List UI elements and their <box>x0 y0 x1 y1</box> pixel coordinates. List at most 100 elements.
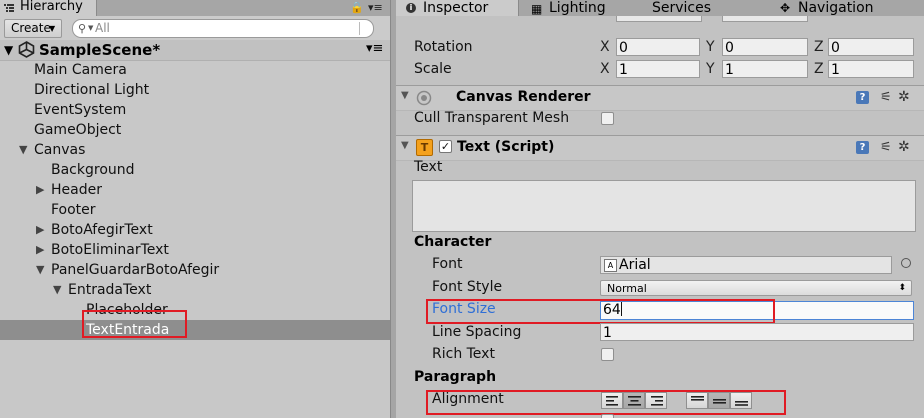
scale-x-field[interactable]: 1 <box>616 60 700 78</box>
font-object-field[interactable]: A Arial <box>600 256 892 274</box>
hierarchy-item[interactable]: EventSystem <box>0 100 390 120</box>
rotation-z-field[interactable]: 0 <box>828 38 914 56</box>
rich-text-checkbox[interactable] <box>601 348 614 361</box>
collapsed-arrow-icon[interactable]: ▶ <box>36 180 44 200</box>
search-placeholder: All <box>95 21 110 35</box>
dropdown-arrows-icon: ⬍ <box>898 283 906 293</box>
expanded-arrow-icon[interactable]: ▼ <box>53 280 61 300</box>
help-icon[interactable]: ? <box>856 91 869 104</box>
rotation-y-field[interactable]: 0 <box>722 38 808 56</box>
preset-sliders-icon[interactable]: ⚟ <box>880 141 892 154</box>
search-cancel-icon[interactable] <box>359 22 373 35</box>
hierarchy-item[interactable]: GameObject <box>0 120 390 140</box>
canvas-renderer-title: Canvas Renderer <box>456 89 591 105</box>
hierarchy-item[interactable]: TextEntrada <box>0 310 390 340</box>
text-field-label: Text <box>414 159 443 175</box>
scale-label: Scale <box>414 61 452 77</box>
tab-navigation[interactable]: ✥ Navigation <box>762 0 924 16</box>
x-label: X <box>600 39 610 55</box>
scene-menu-icon[interactable]: ▾≡ <box>366 41 383 56</box>
tab-hierarchy[interactable]: Hierarchy <box>0 0 97 16</box>
gear-icon[interactable]: ✲ <box>898 140 910 154</box>
font-style-label: Font Style <box>432 279 503 295</box>
scale-y-field[interactable]: 1 <box>722 60 808 78</box>
panel-menu-icon[interactable]: ▾≡ <box>368 0 383 16</box>
font-style-dropdown[interactable]: Normal ⬍ <box>600 280 912 296</box>
tab-services[interactable]: Services <box>635 0 761 16</box>
hierarchy-item[interactable]: ▼ PanelGuardarBotoAfegir <box>0 260 390 280</box>
scene-name: SampleScene* <box>39 41 161 59</box>
hierarchy-item[interactable]: Placeholder <box>0 300 390 320</box>
hierarchy-item[interactable]: ▼ EntradaText <box>0 280 390 300</box>
hierarchy-toolbar: Create ▼ ⚲ ▼ All <box>0 16 390 41</box>
clipped-field <box>616 16 702 22</box>
paragraph-heading: Paragraph <box>414 369 497 385</box>
lock-icon[interactable]: 🔒 <box>350 0 364 16</box>
text-script-header[interactable]: ▼ T ✓ Text (Script) ? ⚟ ✲ <box>396 135 924 161</box>
fold-arrow-icon[interactable]: ▼ <box>401 140 409 151</box>
hierarchy-item-label: Header <box>51 182 102 198</box>
cull-transparent-mesh-checkbox[interactable] <box>601 112 614 125</box>
caret-down-icon: ▼ <box>49 24 56 33</box>
y-label: Y <box>706 39 715 55</box>
preset-sliders-icon[interactable]: ⚟ <box>880 91 892 104</box>
info-icon: i <box>406 3 416 13</box>
gear-icon[interactable]: ✲ <box>898 90 910 104</box>
rotation-x-field[interactable]: 0 <box>616 38 700 56</box>
hierarchy-item[interactable]: ▶ Header <box>0 180 390 200</box>
search-icon: ⚲ <box>78 22 87 35</box>
hierarchy-item-label: BotoEliminarText <box>51 242 169 258</box>
tab-lighting[interactable]: ▦ Lighting <box>519 0 634 16</box>
expanded-arrow-icon[interactable]: ▼ <box>36 260 44 280</box>
tab-inspector-label: Inspector <box>423 0 489 16</box>
object-picker-icon[interactable] <box>901 258 911 268</box>
create-button[interactable]: Create ▼ <box>4 19 62 38</box>
eye-icon <box>416 90 432 106</box>
hierarchy-search-input[interactable]: ⚲ ▼ All <box>72 19 374 38</box>
fold-arrow-icon[interactable]: ▼ <box>401 90 409 101</box>
hierarchy-tab-bar: Hierarchy 🔒 ▾≡ <box>0 0 390 16</box>
create-button-label: Create <box>11 21 51 35</box>
help-icon[interactable]: ? <box>856 141 869 154</box>
hierarchy-item[interactable]: ▶ BotoEliminarText <box>0 240 390 260</box>
font-asset-icon: A <box>604 259 617 272</box>
selected-item-highlight-box <box>82 310 187 338</box>
lighting-icon: ▦ <box>531 2 543 16</box>
hierarchy-item-label: Main Camera <box>34 62 127 78</box>
z-label: Z <box>814 39 824 55</box>
search-filter-caret-icon[interactable]: ▼ <box>88 20 93 37</box>
hierarchy-item[interactable]: Footer <box>0 200 390 220</box>
line-spacing-field[interactable]: 1 <box>600 323 914 341</box>
hierarchy-list-icon <box>4 4 14 12</box>
hierarchy-item-label: Canvas <box>34 142 86 158</box>
hierarchy-item-label: BotoAfegirText <box>51 222 153 238</box>
tab-inspector[interactable]: i Inspector <box>396 0 519 16</box>
hierarchy-item-label: GameObject <box>34 122 122 138</box>
hierarchy-item-label: PanelGuardarBotoAfegir <box>51 262 220 278</box>
hierarchy-item[interactable]: ▼ Canvas <box>0 140 390 160</box>
hierarchy-item[interactable]: Directional Light <box>0 80 390 100</box>
scale-z-field[interactable]: 1 <box>828 60 914 78</box>
hierarchy-item-label: EntradaText <box>68 282 152 298</box>
clipped-checkbox <box>601 414 614 418</box>
component-enabled-checkbox[interactable]: ✓ <box>439 140 452 153</box>
scene-row[interactable]: ▼ SampleScene* ▾≡ <box>0 40 390 61</box>
hierarchy-item-label: Background <box>51 162 135 178</box>
hierarchy-item[interactable]: Background <box>0 160 390 180</box>
collapsed-arrow-icon[interactable]: ▶ <box>36 220 44 240</box>
text-content-area[interactable] <box>412 180 916 232</box>
cull-transparent-mesh-label: Cull Transparent Mesh <box>414 110 570 126</box>
canvas-renderer-header[interactable]: ▼ Canvas Renderer ? ⚟ ✲ <box>396 85 924 111</box>
font-style-value: Normal <box>607 282 647 295</box>
hierarchy-panel: Hierarchy 🔒 ▾≡ Create ▼ ⚲ ▼ All ▼ Sample… <box>0 0 390 418</box>
scene-expand-arrow-icon[interactable]: ▼ <box>4 43 13 57</box>
component-header-icons: ? ⚟ ✲ <box>856 140 920 157</box>
rotation-label: Rotation <box>414 39 473 55</box>
x-label: X <box>600 61 610 77</box>
hierarchy-item[interactable]: Main Camera <box>0 60 390 80</box>
collapsed-arrow-icon[interactable]: ▶ <box>36 240 44 260</box>
line-spacing-label: Line Spacing <box>432 324 522 340</box>
hierarchy-item-label: Directional Light <box>34 82 150 98</box>
hierarchy-item[interactable]: ▶ BotoAfegirText <box>0 220 390 240</box>
expanded-arrow-icon[interactable]: ▼ <box>19 140 27 160</box>
